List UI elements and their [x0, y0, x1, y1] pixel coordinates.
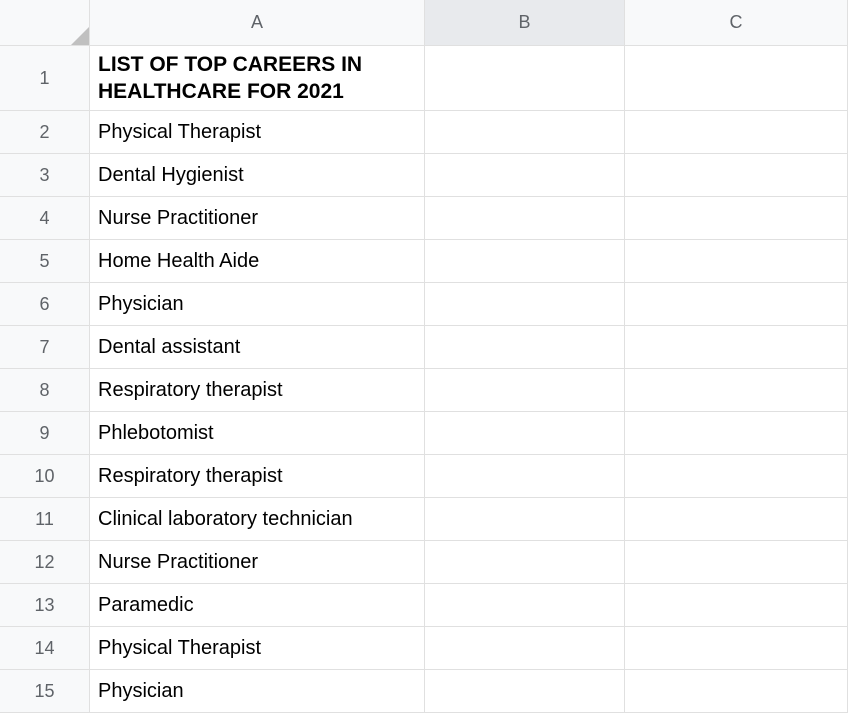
table-row: 6 Physician: [0, 283, 848, 326]
cell-c11[interactable]: [625, 498, 848, 541]
row-header-5[interactable]: 5: [0, 240, 90, 283]
table-row: 13 Paramedic: [0, 584, 848, 627]
cell-a8[interactable]: Respiratory therapist: [90, 369, 425, 412]
row-header-13[interactable]: 13: [0, 584, 90, 627]
cell-b10[interactable]: [425, 455, 625, 498]
cell-b11[interactable]: [425, 498, 625, 541]
cell-c12[interactable]: [625, 541, 848, 584]
cell-c2[interactable]: [625, 111, 848, 154]
cell-a5[interactable]: Home Health Aide: [90, 240, 425, 283]
cell-b13[interactable]: [425, 584, 625, 627]
cell-b12[interactable]: [425, 541, 625, 584]
column-header-row: A B C: [0, 0, 848, 46]
column-header-a[interactable]: A: [90, 0, 425, 46]
cell-a4[interactable]: Nurse Practitioner: [90, 197, 425, 240]
cell-a13[interactable]: Paramedic: [90, 584, 425, 627]
row-header-2[interactable]: 2: [0, 111, 90, 154]
cell-c3[interactable]: [625, 154, 848, 197]
cell-a6[interactable]: Physician: [90, 283, 425, 326]
row-header-8[interactable]: 8: [0, 369, 90, 412]
row-header-9[interactable]: 9: [0, 412, 90, 455]
table-row: 3 Dental Hygienist: [0, 154, 848, 197]
table-row: 11 Clinical laboratory technician: [0, 498, 848, 541]
select-all-corner[interactable]: [0, 0, 90, 46]
cell-b14[interactable]: [425, 627, 625, 670]
cell-b6[interactable]: [425, 283, 625, 326]
table-row: 15 Physician: [0, 670, 848, 713]
table-row: 7 Dental assistant: [0, 326, 848, 369]
table-row: 8 Respiratory therapist: [0, 369, 848, 412]
cell-c6[interactable]: [625, 283, 848, 326]
table-row: 9 Phlebotomist: [0, 412, 848, 455]
cell-a7[interactable]: Dental assistant: [90, 326, 425, 369]
cell-c4[interactable]: [625, 197, 848, 240]
cell-c8[interactable]: [625, 369, 848, 412]
row-header-15[interactable]: 15: [0, 670, 90, 713]
cell-a12[interactable]: Nurse Practitioner: [90, 541, 425, 584]
table-row: 5 Home Health Aide: [0, 240, 848, 283]
cell-c14[interactable]: [625, 627, 848, 670]
spreadsheet: A B C 1 LIST OF TOP CAREERS IN HEALTHCAR…: [0, 0, 848, 716]
row-header-12[interactable]: 12: [0, 541, 90, 584]
column-header-c[interactable]: C: [625, 0, 848, 46]
cell-b15[interactable]: [425, 670, 625, 713]
row-header-4[interactable]: 4: [0, 197, 90, 240]
cell-c10[interactable]: [625, 455, 848, 498]
cell-a2[interactable]: Physical Therapist: [90, 111, 425, 154]
table-row: 1 LIST OF TOP CAREERS IN HEALTHCARE FOR …: [0, 46, 848, 111]
cell-b8[interactable]: [425, 369, 625, 412]
cell-a11[interactable]: Clinical laboratory technician: [90, 498, 425, 541]
cell-a14[interactable]: Physical Therapist: [90, 627, 425, 670]
cell-c13[interactable]: [625, 584, 848, 627]
cell-a15[interactable]: Physician: [90, 670, 425, 713]
table-row: 2 Physical Therapist: [0, 111, 848, 154]
table-row: 4 Nurse Practitioner: [0, 197, 848, 240]
cell-c5[interactable]: [625, 240, 848, 283]
row-header-6[interactable]: 6: [0, 283, 90, 326]
row-header-14[interactable]: 14: [0, 627, 90, 670]
cell-b4[interactable]: [425, 197, 625, 240]
cell-c1[interactable]: [625, 46, 848, 111]
cell-b9[interactable]: [425, 412, 625, 455]
cell-b1[interactable]: [425, 46, 625, 111]
cell-c15[interactable]: [625, 670, 848, 713]
cell-b5[interactable]: [425, 240, 625, 283]
row-header-11[interactable]: 11: [0, 498, 90, 541]
column-header-b[interactable]: B: [425, 0, 625, 46]
cell-b7[interactable]: [425, 326, 625, 369]
cell-a9[interactable]: Phlebotomist: [90, 412, 425, 455]
row-header-1[interactable]: 1: [0, 46, 90, 111]
table-row: 12 Nurse Practitioner: [0, 541, 848, 584]
cell-a1[interactable]: LIST OF TOP CAREERS IN HEALTHCARE FOR 20…: [90, 46, 425, 111]
cell-b2[interactable]: [425, 111, 625, 154]
cell-b3[interactable]: [425, 154, 625, 197]
cell-c7[interactable]: [625, 326, 848, 369]
row-header-10[interactable]: 10: [0, 455, 90, 498]
table-row: 10 Respiratory therapist: [0, 455, 848, 498]
row-header-3[interactable]: 3: [0, 154, 90, 197]
table-row: 14 Physical Therapist: [0, 627, 848, 670]
cell-a10[interactable]: Respiratory therapist: [90, 455, 425, 498]
row-header-7[interactable]: 7: [0, 326, 90, 369]
cell-c9[interactable]: [625, 412, 848, 455]
cell-a3[interactable]: Dental Hygienist: [90, 154, 425, 197]
